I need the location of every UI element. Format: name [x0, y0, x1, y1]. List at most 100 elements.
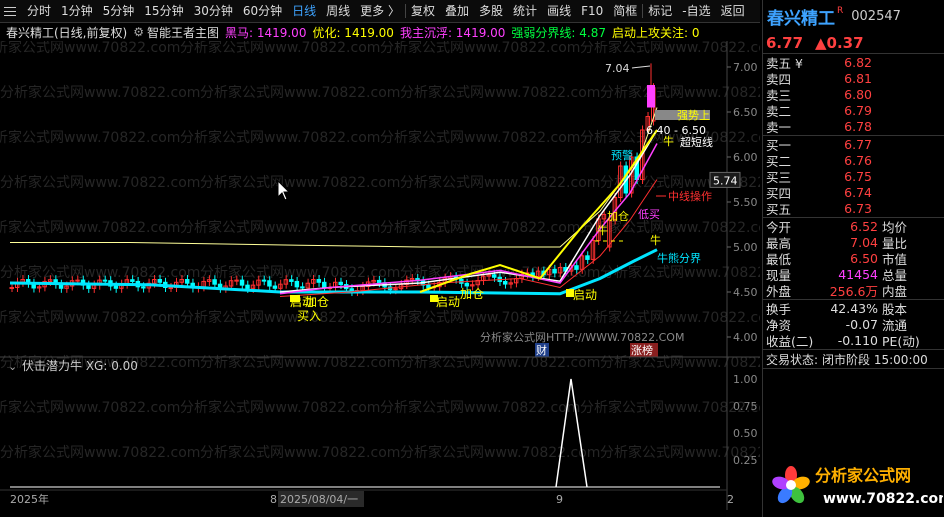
- yujing-label: 预警: [611, 148, 633, 162]
- logo-url-text: www.70822.com: [823, 491, 943, 507]
- toolbar-item[interactable]: 标记: [643, 0, 677, 22]
- toolbar-item[interactable]: 统计: [508, 0, 542, 22]
- stat-label-2: PE(动): [882, 333, 920, 349]
- xg-signal-line: [555, 378, 588, 488]
- watermark-text: 分析家公式网www.70822.com: [580, 41, 760, 56]
- toolbar-item[interactable]: 日线: [287, 0, 321, 22]
- time-label: 2: [727, 493, 734, 506]
- sub-tick-label: 0.25: [733, 454, 758, 467]
- toolbar-item[interactable]: 30分钟: [189, 0, 238, 22]
- price-tick-label: 4.00: [733, 331, 758, 344]
- candle-body-highlight: [647, 85, 655, 108]
- toolbar-item[interactable]: 画线: [542, 0, 576, 22]
- toolbar-item[interactable]: 复权: [406, 0, 440, 22]
- stock-name: 春兴精工: [767, 9, 835, 29]
- last-price-tag: 5.74: [713, 174, 738, 187]
- buy-label: 买入: [297, 309, 321, 323]
- niufen-label: 牛熊分界: [657, 251, 701, 265]
- stat-label-2: 内盘: [882, 283, 908, 299]
- watermark-layer: 分析家公式网www.70822.com 分析家公式网www.70822.com 分析…: [0, 41, 760, 461]
- stats-secondary: 换手 42.43% 股本 净资 -0.07 流通 收益(二) -0.110 PE(动): [763, 300, 944, 351]
- candle-body: [113, 285, 119, 289]
- candle-body: [212, 279, 217, 285]
- asks-row: 卖一 6.78: [763, 118, 944, 135]
- event-zhangbang[interactable]: 涨榜: [631, 343, 653, 357]
- watermark-text: 分析家公式网www.70822.com: [200, 174, 400, 191]
- watermark-text: 分析家公式网www.70822.com: [600, 84, 760, 101]
- asks-price: 6.82: [844, 55, 872, 71]
- strong-label: 强势上: [677, 109, 710, 122]
- stat-row: 外盘 256.6万 内盘: [763, 282, 944, 299]
- candle-body: [338, 281, 343, 286]
- watermark-text: 分析家公式网www.70822.com: [0, 84, 200, 101]
- asks-price: 6.78: [844, 118, 872, 134]
- toolbar-item[interactable]: 60分钟: [238, 0, 287, 22]
- toolbar-item[interactable]: 叠加: [440, 0, 474, 22]
- price-row: 6.77 ▲0.37: [763, 33, 944, 54]
- heima-value: 黑马: 1419.00: [224, 25, 307, 40]
- toolbar-item[interactable]: F10: [576, 0, 608, 22]
- candle-body: [459, 278, 464, 284]
- toolbar-item[interactable]: 周线: [321, 0, 355, 22]
- menu-icon[interactable]: [0, 0, 22, 22]
- time-label: 9: [556, 493, 563, 506]
- watermark-text: 分析家公式网www.70822.com: [400, 444, 600, 461]
- bids-price: 6.75: [844, 168, 872, 184]
- stat-row: 收益(二) -0.110 PE(动): [763, 333, 944, 349]
- niu-label-3: 牛: [650, 233, 661, 247]
- event-cai[interactable]: 财: [536, 343, 547, 357]
- watermark-http: 分析家公式网HTTP://WWW.70822.COM: [480, 330, 684, 344]
- time-label: 2025/08/04/一: [280, 493, 358, 506]
- toolbar-item[interactable]: -自选: [677, 0, 715, 22]
- price-change: ▲0.37: [815, 34, 864, 52]
- indicator-name[interactable]: 智能王者主图: [147, 24, 219, 41]
- candle-body: [184, 279, 190, 284]
- toolbar-item[interactable]: 简框: [608, 0, 642, 22]
- trade-status-label: 交易状态:: [766, 352, 819, 367]
- super-short-label: 超短线: [680, 135, 713, 149]
- toolbar-item[interactable]: 1分钟: [56, 0, 98, 22]
- flower-logo-icon: [772, 466, 810, 504]
- candle-body: [272, 285, 278, 289]
- asks-label: 卖一: [766, 119, 792, 135]
- candle-body: [267, 280, 272, 287]
- watermark-text: 分析家公式网www.70822.com: [200, 84, 400, 101]
- bids-row: 买五 6.73: [763, 200, 944, 217]
- candle-body: [426, 284, 431, 289]
- chevron-down-icon[interactable]: ⌄: [8, 360, 17, 373]
- last-price: 6.77: [766, 34, 804, 52]
- candle-body: [294, 280, 300, 288]
- candle-body: [376, 279, 382, 284]
- toolbar-item[interactable]: 返回: [716, 0, 750, 22]
- sub-indicator-title: 伏击潜力牛 XG: 0.00: [22, 358, 138, 373]
- stat-label: 外盘: [766, 283, 792, 299]
- watermark-text: 分析家公式网www.70822.com: [0, 399, 180, 416]
- watermark-text: 分析家公式网www.70822.com: [380, 309, 580, 326]
- toolbar-item[interactable]: 15分钟: [139, 0, 188, 22]
- asks-price: 6.81: [844, 71, 872, 87]
- trade-status-value: 闭市阶段 15:00:00: [822, 352, 928, 367]
- bids-price: 6.73: [844, 200, 872, 216]
- toolbar-item[interactable]: 5分钟: [98, 0, 140, 22]
- stat-value: 7.04: [850, 235, 878, 251]
- kline-chart[interactable]: 分析家公式网www.70822.com 分析家公式网www.70822.com 分析…: [0, 41, 760, 517]
- watermark-text: 分析家公式网www.70822.com: [400, 84, 600, 101]
- asks-price: 6.79: [844, 102, 872, 118]
- quote-panel: 春兴精工 R 002547 6.77 ▲0.37 卖五 ¥6.82 卖四 6.81 卖…: [762, 0, 944, 517]
- candle-body: [552, 268, 557, 274]
- stat-value: 6.52: [850, 219, 878, 235]
- toolbar-item[interactable]: 多股: [474, 0, 508, 22]
- watermark-text: 分析家公式网www.70822.com: [380, 399, 580, 416]
- settings-icon[interactable]: ⚙: [133, 25, 144, 39]
- candle-body: [464, 282, 470, 287]
- candle-body: [316, 279, 322, 283]
- qiangruo-value: 强弱分界线: 4.87: [511, 25, 606, 40]
- sub-tick-label: 0.75: [733, 400, 758, 413]
- candle-body: [141, 286, 146, 289]
- stat-label: 收益(二): [766, 333, 814, 349]
- price-tick-label: 5.00: [733, 241, 758, 254]
- toolbar-item[interactable]: 更多 〉: [355, 0, 405, 22]
- watermark-text: 分析家公式网www.70822.com: [380, 129, 580, 146]
- toolbar-item[interactable]: 分时: [22, 0, 56, 22]
- candle-body: [75, 279, 80, 282]
